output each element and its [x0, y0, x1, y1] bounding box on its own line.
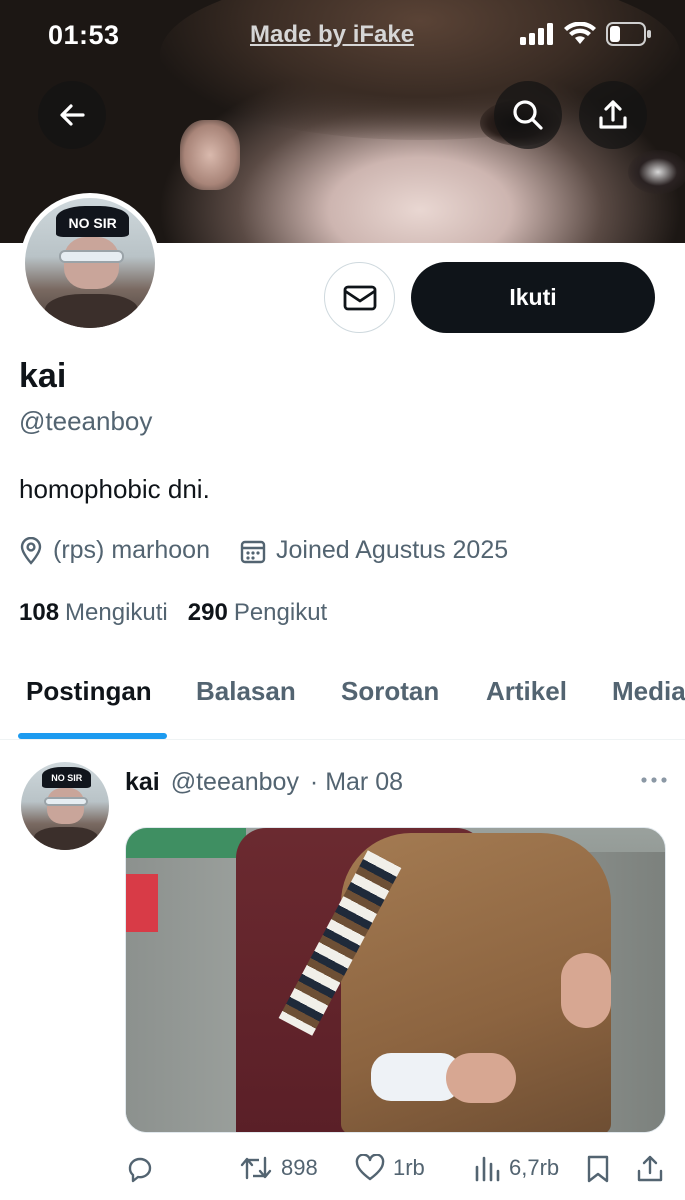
profile-location: (rps) marhoon — [19, 536, 210, 565]
location-text: (rps) marhoon — [53, 536, 210, 564]
post-avatar-face — [47, 788, 85, 824]
profile-name: kai — [19, 357, 67, 395]
retweet-count: 898 — [281, 1155, 318, 1180]
photo-hand — [446, 1053, 516, 1103]
retweet-icon — [240, 1156, 272, 1180]
avatar-image: NO SIR — [25, 198, 155, 328]
tab-postingan[interactable]: Postingan — [26, 676, 152, 707]
bookmark-button[interactable] — [585, 1154, 611, 1184]
profile-tabs: Postingan Balasan Sorotan Artikel Media — [0, 660, 685, 740]
views-count: 6,7rb — [509, 1155, 560, 1180]
share-button[interactable] — [579, 81, 647, 149]
profile-bio: homophobic dni. — [19, 474, 210, 504]
profile-handle: @teeanboy — [19, 406, 153, 436]
profile-joined: Joined Agustus 2025 — [240, 536, 508, 565]
search-button[interactable] — [494, 81, 562, 149]
status-time: 01:53 — [48, 20, 120, 50]
reply-button[interactable] — [125, 1154, 155, 1184]
profile-meta: (rps) marhoon Joined Agustus 2025 — [19, 536, 538, 565]
photo-red-sign — [126, 874, 158, 932]
post-actions: 898 1rb 6,7rb — [125, 1150, 670, 1194]
post-header: kai @teeanboy · Mar 08 — [125, 768, 403, 797]
tab-balasan[interactable]: Balasan — [196, 676, 296, 707]
post-image[interactable] — [125, 827, 666, 1133]
message-button[interactable] — [324, 262, 395, 333]
back-button[interactable] — [38, 81, 106, 149]
photo-hand-second — [561, 953, 611, 1028]
following-link[interactable]: 108 Mengikuti — [19, 599, 168, 627]
retweet-button[interactable]: 898 — [239, 1154, 318, 1182]
following-count: 108 — [19, 599, 60, 626]
banner-ear — [180, 120, 240, 190]
mail-icon — [343, 285, 376, 310]
tab-sorotan[interactable]: Sorotan — [341, 676, 439, 707]
follow-counts: 108 Mengikuti 290 Pengikut — [19, 599, 347, 627]
bookmark-icon — [587, 1155, 609, 1183]
followers-link[interactable]: 290 Pengikut — [188, 599, 327, 627]
post-avatar-cap-text: NO SIR — [51, 773, 83, 784]
post-avatar-cap: NO SIR — [42, 767, 92, 789]
followers-label: Pengikut — [233, 599, 328, 626]
banner-eye-second — [628, 150, 685, 194]
post-date[interactable]: · Mar 08 — [310, 768, 403, 796]
tab-media[interactable]: Media — [612, 676, 685, 707]
avatar-glasses — [58, 250, 124, 263]
avatar-body — [44, 294, 139, 328]
battery-icon — [606, 22, 651, 46]
avatar-face — [64, 237, 119, 289]
wifi-icon — [564, 22, 596, 44]
status-carrier: Made by iFake — [250, 21, 415, 48]
avatar-cap: NO SIR — [56, 205, 129, 237]
share-icon — [637, 1155, 663, 1182]
share-icon — [599, 100, 627, 129]
post-avatar-glasses — [43, 797, 88, 806]
status-icons — [520, 22, 652, 46]
tab-artikel[interactable]: Artikel — [486, 676, 567, 707]
joined-text: Joined Agustus 2025 — [276, 536, 509, 564]
status-bar: 01:53 Made by iFake — [0, 0, 685, 70]
reply-icon — [128, 1157, 152, 1183]
photo-green-bar — [126, 828, 246, 858]
post-author-name[interactable]: kai — [125, 768, 160, 796]
profile-avatar[interactable]: NO SIR — [20, 193, 160, 333]
active-tab-indicator — [18, 733, 167, 739]
avatar-cap-text: NO SIR — [68, 214, 117, 231]
post-avatar-body — [34, 827, 98, 850]
more-dots-icon — [641, 777, 667, 783]
views-button[interactable]: 6,7rb — [473, 1154, 559, 1182]
post-more-button[interactable] — [640, 772, 668, 790]
like-count: 1rb — [393, 1155, 425, 1180]
like-button[interactable]: 1rb — [355, 1154, 425, 1182]
calendar-icon — [240, 540, 266, 563]
post-author-handle[interactable]: @teeanboy — [171, 768, 299, 796]
analytics-icon — [475, 1156, 500, 1182]
post-avatar[interactable]: NO SIR — [21, 762, 109, 850]
post-avatar-image: NO SIR — [21, 762, 109, 850]
heart-icon — [355, 1154, 385, 1181]
signal-icon — [520, 23, 553, 45]
followers-count: 290 — [187, 599, 228, 626]
arrow-left-icon — [60, 104, 85, 126]
location-pin-icon — [20, 536, 42, 565]
search-icon — [513, 100, 543, 130]
following-label: Mengikuti — [65, 599, 168, 626]
post-share-button[interactable] — [635, 1154, 665, 1184]
follow-button[interactable]: Ikuti — [411, 262, 655, 333]
